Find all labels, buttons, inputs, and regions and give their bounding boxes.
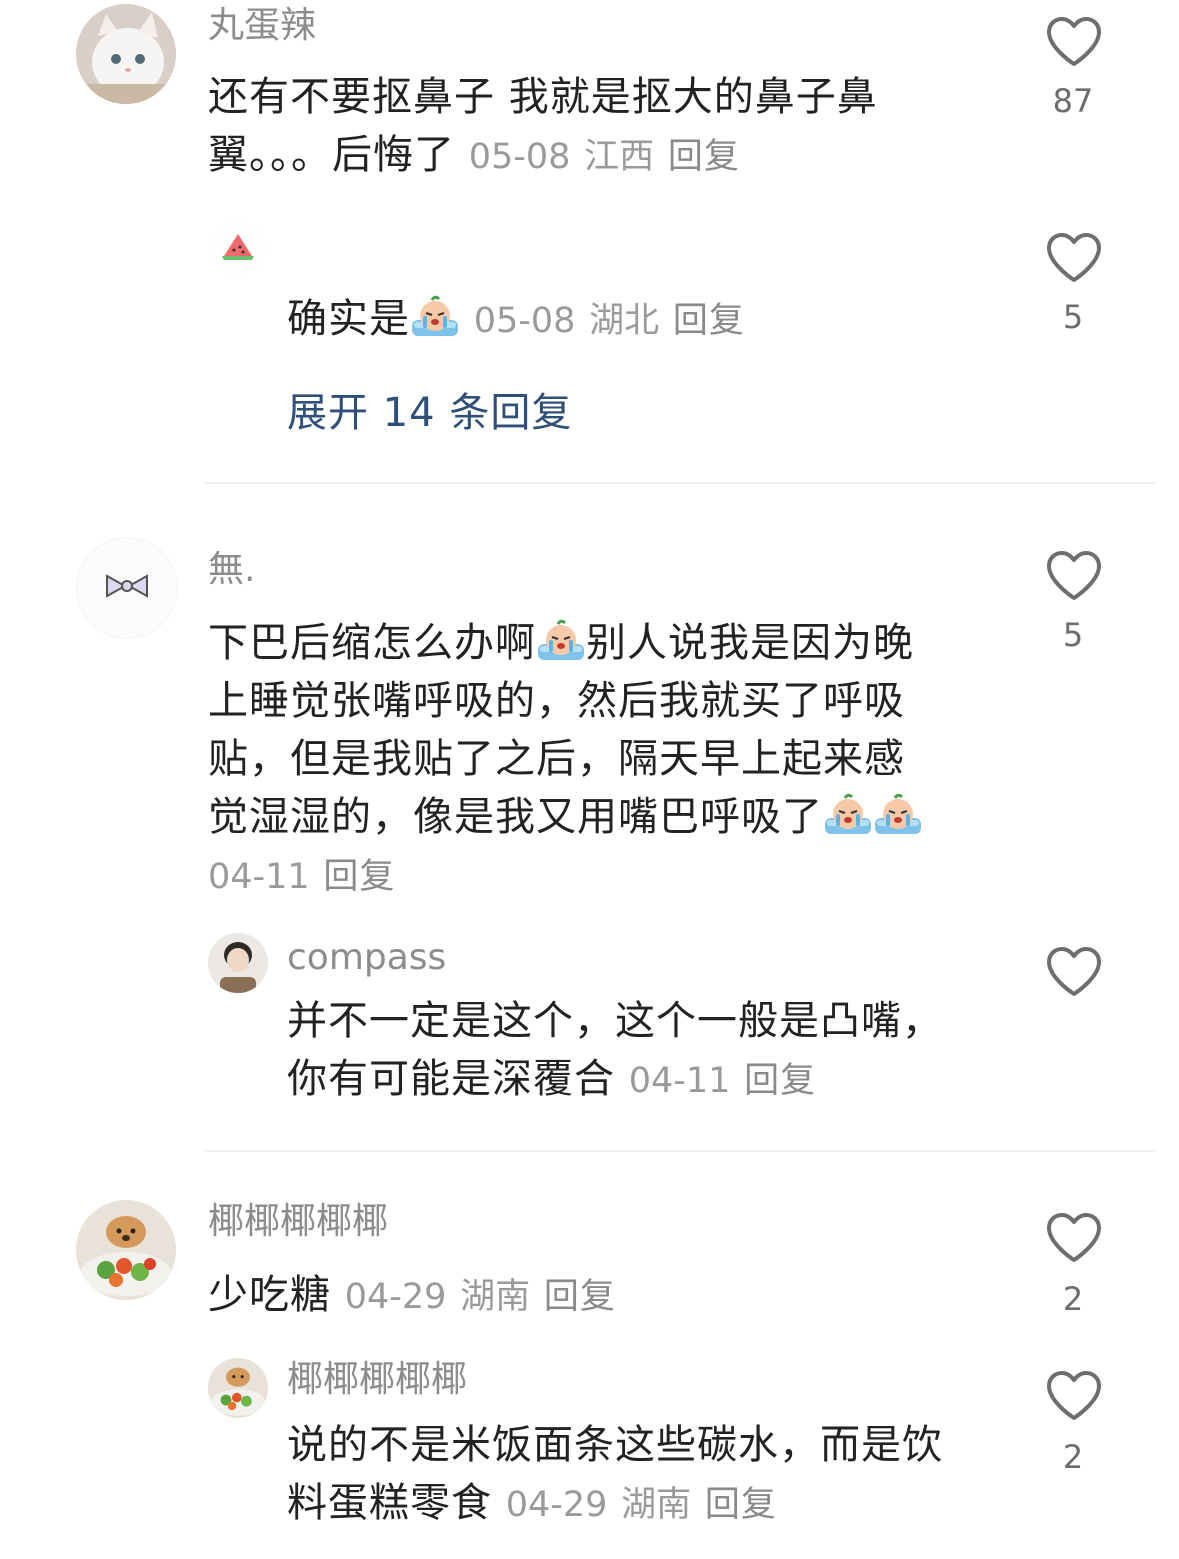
reply-text: 说的不是米饭面条这些碳水，而是饮 料蛋糕零食 04-29 湖南 回复 [287,1416,1007,1534]
watermelon-avatar-icon [210,220,266,276]
reply-button[interactable]: 回复 [668,137,740,177]
like-heart-icon[interactable] [1045,232,1103,284]
crying-emoji-icon [410,294,460,338]
divider [205,1150,1155,1152]
avatar[interactable] [76,537,178,639]
comment-text-line: 下巴后缩怎么办啊 [208,620,536,666]
comment-text: 还有不要抠鼻子 我就是抠大的鼻子鼻 翼。。。后悔了 05-08 江西 回复 [208,68,968,186]
reply-text: 并不一定是这个，这个一般是凸嘴， 你有可能是深覆合 04-11 回复 [287,992,1007,1110]
comment-date: 04-11 [208,857,310,897]
comment-text: 少吃糖 04-29 湖南 回复 [208,1266,616,1326]
bow-avatar-icon [77,538,177,638]
comment-date: 05-08 [468,137,571,177]
comment-text: 下巴后缩怎么办啊 别人说我是因为晚 上睡觉张嘴呼吸的，然后我就买了呼吸 贴，但是我… [208,614,1008,906]
reply-username[interactable]: compass [287,936,446,980]
comment-text-content: 少吃糖 [208,1272,331,1318]
comment-text-line: 别人说我是因为晚 [586,620,914,666]
crying-emoji-icon [823,792,873,836]
comment-username[interactable]: 無. [208,548,255,592]
like-count: 5 [1062,298,1084,336]
avatar[interactable] [208,1358,268,1418]
expand-replies-link[interactable]: 展开 14 条回复 [287,380,572,438]
reply-date: 05-08 [473,301,576,341]
dog-salad-avatar-icon [208,1358,268,1418]
person-avatar-icon [208,933,268,993]
reply-text: 确实是 05-08 湖北 回复 [287,290,745,350]
reply-text-line: 料蛋糕零食 [287,1480,492,1526]
reply-date: 04-29 [505,1485,608,1525]
like-count: 2 [1062,1280,1084,1318]
avatar[interactable] [208,933,268,993]
avatar[interactable] [76,1200,176,1300]
reply-text-line: 你有可能是深覆合 [287,1056,615,1102]
reply-text-line: 并不一定是这个，这个一般是凸嘴， [287,998,943,1044]
comment-text-line: 觉湿湿的，像是我又用嘴巴呼吸了 [208,794,823,840]
reply-button[interactable]: 回复 [744,1061,816,1101]
crying-emoji-icon [536,618,586,662]
comment-username[interactable]: 椰椰椰椰椰 [208,1200,388,1244]
like-count: 5 [1062,616,1084,654]
reply-location: 湖南 [621,1485,692,1525]
like-heart-icon[interactable] [1045,16,1103,68]
like-heart-icon[interactable] [1045,1370,1103,1422]
like-heart-icon[interactable] [1045,1212,1103,1264]
reply-button[interactable]: 回复 [323,857,395,897]
comment-date: 04-29 [344,1277,447,1317]
like-count: 87 [1052,82,1094,120]
comment-text-line: 翼。。。后悔了 [208,132,455,178]
crying-emoji-icon [873,792,923,836]
like-heart-icon[interactable] [1045,946,1103,998]
like-count: 2 [1062,1438,1084,1476]
reply-text-content: 确实是 [287,296,410,342]
white-cat-avatar-icon [76,4,176,104]
divider [205,482,1155,484]
comment-username[interactable]: 丸蛋辣 [208,4,316,48]
comment-location: 湖南 [460,1277,531,1317]
like-heart-icon[interactable] [1045,550,1103,602]
reply-button[interactable]: 回复 [673,301,745,341]
reply-text-line: 说的不是米饭面条这些碳水，而是饮 [287,1422,943,1468]
comment-text-line: 还有不要抠鼻子 我就是抠大的鼻子鼻 [208,74,878,120]
comment-text-line: 上睡觉张嘴呼吸的，然后我就买了呼吸 [208,678,905,724]
reply-location: 湖北 [589,301,660,341]
avatar[interactable] [210,220,266,276]
comment-text-line: 贴，但是我贴了之后，隔天早上起来感 [208,736,905,782]
reply-button[interactable]: 回复 [705,1485,777,1525]
reply-date: 04-11 [628,1061,731,1101]
avatar[interactable] [76,4,176,104]
reply-button[interactable]: 回复 [544,1277,616,1317]
comment-location: 江西 [584,137,655,177]
reply-username[interactable]: 椰椰椰椰椰 [287,1358,467,1402]
dog-salad-avatar-icon [76,1200,176,1300]
